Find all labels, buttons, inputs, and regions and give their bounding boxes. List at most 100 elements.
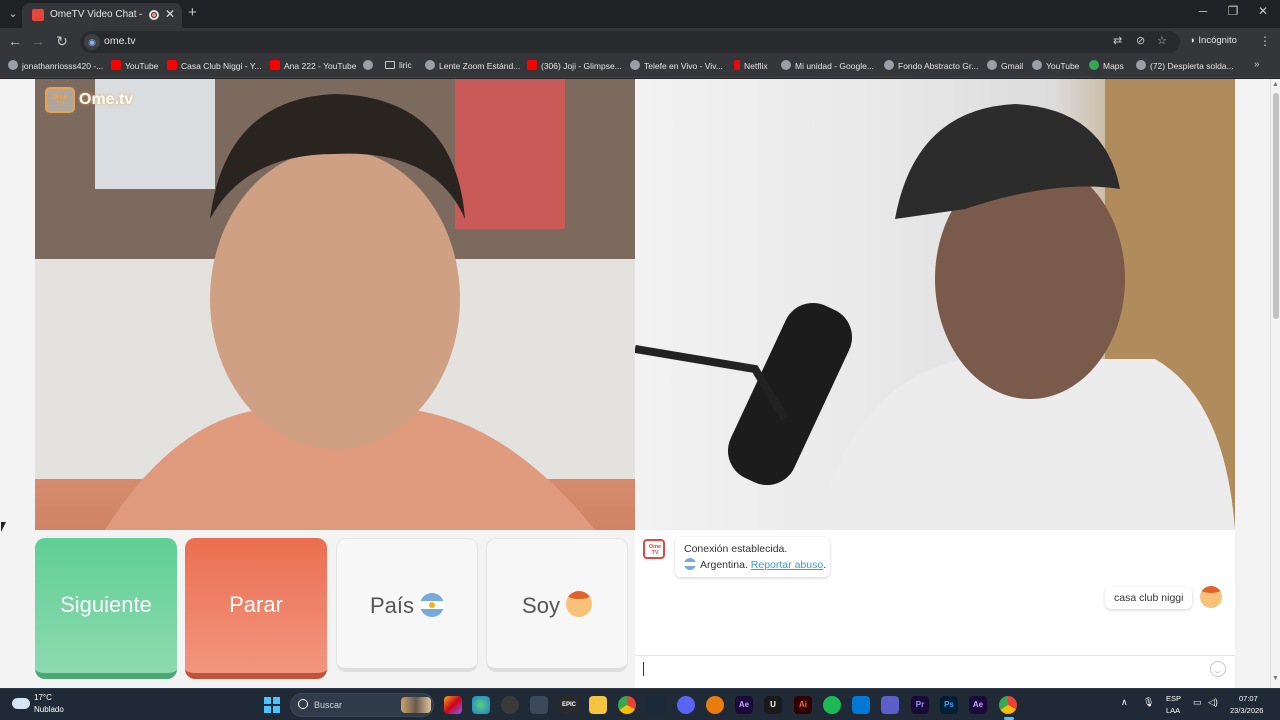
self-video bbox=[635, 79, 1235, 530]
tray-overflow-chevron-icon[interactable]: ∧ bbox=[1121, 697, 1128, 708]
premiere-icon[interactable]: Pr bbox=[911, 696, 929, 714]
bookmark-folder[interactable]: liric bbox=[385, 60, 412, 70]
globe-icon bbox=[425, 60, 435, 70]
tab-search-chevron-icon[interactable]: ⌄ bbox=[4, 5, 22, 23]
bookmark-label: Netflix bbox=[744, 61, 768, 71]
youtube-icon bbox=[167, 60, 177, 70]
file-explorer-icon[interactable] bbox=[589, 696, 607, 714]
unreal-icon[interactable]: U bbox=[764, 696, 782, 714]
connection-status: Conexión establecida. bbox=[684, 543, 788, 555]
chrome-incognito-icon[interactable] bbox=[999, 696, 1017, 714]
reload-icon[interactable]: ↻ bbox=[53, 33, 71, 50]
discord-icon[interactable] bbox=[677, 696, 695, 714]
forward-arrow-icon[interactable]: → bbox=[29, 33, 47, 49]
gender-select-button[interactable]: Soy bbox=[486, 538, 628, 672]
bookmark-item[interactable] bbox=[363, 60, 377, 71]
copilot-icon[interactable] bbox=[444, 696, 462, 714]
back-arrow-icon[interactable]: ← bbox=[6, 33, 24, 49]
app-icon[interactable] bbox=[501, 696, 519, 714]
photoshop-icon[interactable]: Ps bbox=[940, 696, 958, 714]
bookmark-label: Mi unidad - Google... bbox=[795, 61, 874, 71]
page-scrollbar[interactable]: ▲ ▼ bbox=[1270, 79, 1280, 688]
steam-icon[interactable] bbox=[647, 696, 665, 714]
weather-temperature[interactable]: 17°C bbox=[34, 693, 52, 702]
clock-time[interactable]: 07:07 bbox=[1239, 694, 1258, 703]
site-info-icon[interactable]: ◉ bbox=[84, 34, 100, 50]
window-close-icon[interactable]: ✕ bbox=[1248, 4, 1278, 18]
mouse-cursor-icon bbox=[1, 522, 6, 532]
chat-input[interactable] bbox=[635, 655, 1235, 682]
bookmarks-overflow-icon[interactable]: » bbox=[1254, 59, 1260, 70]
gmail-icon bbox=[987, 60, 997, 70]
browser-menu-icon[interactable]: ⋮ bbox=[1259, 34, 1271, 48]
bookmark-item[interactable]: Gmail bbox=[987, 60, 1023, 71]
microphone-icon[interactable]: 🎙︎ bbox=[1143, 697, 1154, 708]
bookmark-item[interactable]: YouTube bbox=[1032, 60, 1079, 71]
teams-icon[interactable] bbox=[881, 696, 899, 714]
keyboard-language[interactable]: ESP bbox=[1166, 694, 1181, 703]
own-avatar-icon bbox=[1200, 586, 1222, 608]
windows-start-icon[interactable] bbox=[264, 697, 280, 713]
bookmark-item[interactable]: Lente Zoom Estánd... bbox=[425, 60, 520, 71]
scroll-thumb[interactable] bbox=[1273, 93, 1279, 319]
stop-label: Parar bbox=[229, 592, 283, 617]
stranger-video-frame bbox=[35, 79, 635, 530]
bookmark-label: liric bbox=[399, 60, 412, 70]
bookmark-item[interactable]: YouTube bbox=[111, 60, 158, 71]
stranger-video: Ome TV Ome.tv bbox=[35, 79, 635, 530]
edge-icon[interactable] bbox=[472, 696, 490, 714]
scroll-up-arrow-icon[interactable]: ▲ bbox=[1272, 81, 1279, 88]
bookmark-item[interactable]: jonathanriosss420 -... bbox=[8, 60, 103, 71]
epic-games-icon[interactable]: EPIC bbox=[560, 696, 578, 714]
scroll-down-arrow-icon[interactable]: ▼ bbox=[1272, 675, 1279, 682]
blender-icon[interactable] bbox=[706, 696, 724, 714]
bookmark-item[interactable]: (72) Despierta solda... bbox=[1136, 60, 1234, 71]
spotify-icon[interactable] bbox=[823, 696, 841, 714]
report-period: . bbox=[823, 559, 827, 571]
address-bar[interactable]: ◉ ome.tv ⇄ ⊘ ☆ bbox=[80, 31, 1180, 53]
chat-icon-text: Ome TV bbox=[648, 544, 662, 556]
cloud-weather-icon[interactable] bbox=[12, 698, 30, 709]
stranger-country: Argentina. Reportar abuso. bbox=[684, 558, 826, 571]
next-label: Siguiente bbox=[60, 592, 152, 617]
bookmark-item[interactable]: Casa Club Niggi - Y... bbox=[167, 60, 261, 71]
taskbar-search[interactable]: Buscar bbox=[290, 693, 434, 717]
bookmark-item[interactable]: Fondo Abstracto Gr... bbox=[884, 60, 978, 71]
tab-ometv[interactable]: OmeTV Video Chat — Ome ✕ bbox=[22, 3, 182, 28]
incognito-badge[interactable]: ◗ Incógnito bbox=[1190, 35, 1237, 46]
tab-close-icon[interactable]: ✕ bbox=[165, 7, 175, 21]
stop-button[interactable]: Parar bbox=[185, 538, 327, 679]
country-label: País bbox=[369, 593, 415, 618]
illustrator-icon[interactable]: Ai bbox=[794, 696, 812, 714]
ometv-logo: Ome TV Ome.tv bbox=[45, 87, 135, 113]
bookmark-item[interactable]: (306) Joji - Glimpse... bbox=[527, 60, 622, 71]
weather-description[interactable]: Nublado bbox=[34, 705, 64, 714]
bookmark-item[interactable]: Telefe en Vivo - Viv... bbox=[630, 60, 723, 71]
restore-icon[interactable]: ❐ bbox=[1218, 4, 1248, 18]
store-icon[interactable] bbox=[530, 696, 548, 714]
chrome-icon[interactable] bbox=[618, 696, 636, 714]
bookmark-label: Fondo Abstracto Gr... bbox=[898, 61, 979, 71]
country-filter-button[interactable]: País bbox=[336, 538, 478, 672]
eye-off-icon[interactable]: ⊘ bbox=[1136, 34, 1145, 47]
clock-date[interactable]: 23/3/2026 bbox=[1230, 706, 1263, 715]
bookmark-star-icon[interactable]: ☆ bbox=[1157, 34, 1167, 47]
emoji-smile-icon[interactable] bbox=[1210, 661, 1226, 677]
outlook-icon[interactable] bbox=[852, 696, 870, 714]
minimize-icon[interactable]: ─ bbox=[1188, 4, 1218, 18]
after-effects-icon[interactable]: Ae bbox=[969, 696, 987, 714]
keyboard-layout[interactable]: LAA bbox=[1166, 706, 1180, 715]
argentina-flag-icon bbox=[684, 558, 696, 570]
next-button[interactable]: Siguiente bbox=[35, 538, 177, 679]
url-text[interactable]: ome.tv bbox=[104, 35, 136, 47]
bookmark-item[interactable]: Netflix bbox=[734, 60, 768, 71]
bookmark-item[interactable]: Ana 222 - YouTube bbox=[270, 60, 356, 71]
bookmark-item[interactable]: Maps bbox=[1089, 60, 1124, 71]
new-tab-plus-icon[interactable]: + bbox=[188, 4, 197, 21]
volume-icon[interactable]: ◁) bbox=[1208, 697, 1218, 708]
bookmark-item[interactable]: Mi unidad - Google... bbox=[781, 60, 874, 71]
after-effects-icon[interactable]: Ae bbox=[735, 696, 753, 714]
network-icon[interactable]: ▭ bbox=[1193, 697, 1202, 708]
report-abuse-link[interactable]: Reportar abuso bbox=[751, 559, 823, 571]
translate-icon[interactable]: ⇄ bbox=[1113, 34, 1122, 47]
